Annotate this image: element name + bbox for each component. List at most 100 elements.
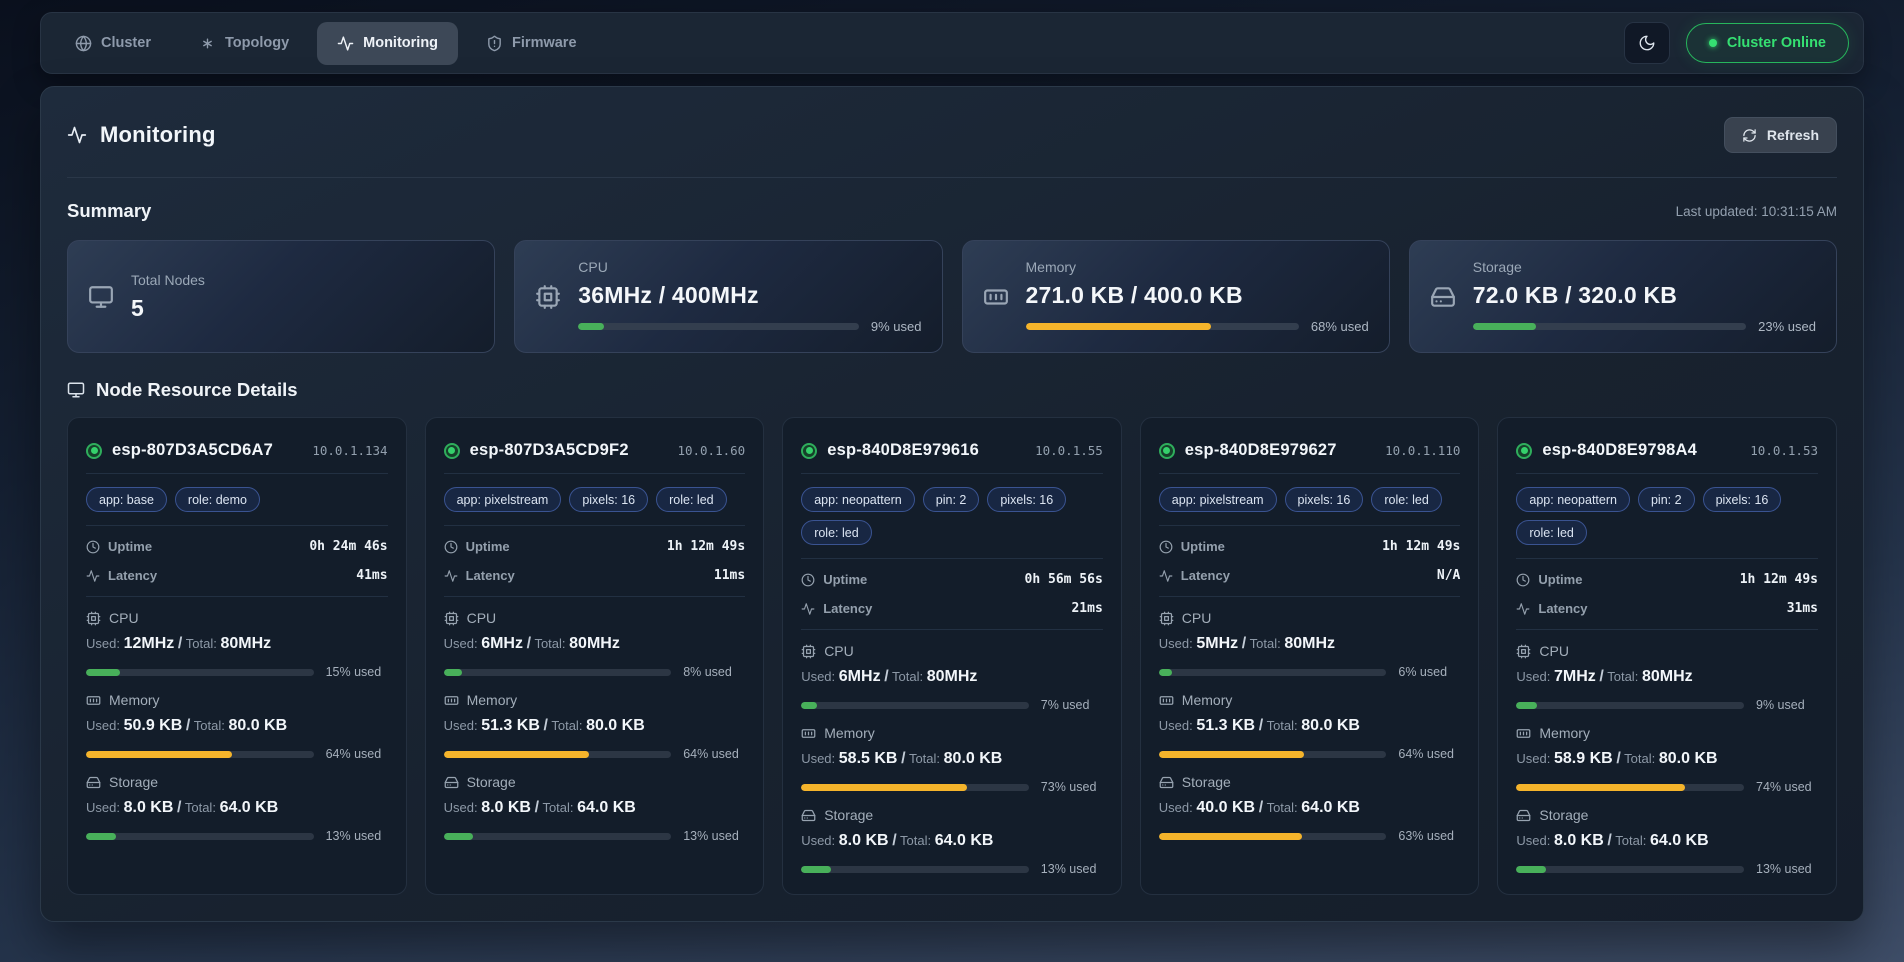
percent-used-label: 13% used (1041, 862, 1103, 876)
memory-icon (86, 693, 101, 708)
storage-section-header: Storage (1516, 807, 1818, 823)
memory-section-header: Memory (1516, 725, 1818, 741)
monitor-icon (67, 381, 85, 399)
storage-section-header: Storage (1159, 774, 1461, 790)
memory-progress: 73% used (801, 780, 1103, 794)
progress-bar-fill (86, 833, 116, 840)
node-ip: 10.0.1.60 (677, 443, 745, 458)
node-stats: Uptime 1h 12m 49s Latency N/A (1159, 526, 1461, 596)
node-card-header: esp-807D3A5CD6A7 10.0.1.134 (86, 432, 388, 473)
memory-icon (444, 693, 459, 708)
shield-alert-icon (486, 35, 503, 52)
clock-icon (1516, 573, 1530, 587)
tab-topology[interactable]: Topology (179, 22, 309, 65)
percent-used-label: 74% used (1756, 780, 1818, 794)
memory-section: Memory Used: 51.3 KB / Total: 80.0 KB 64… (1159, 679, 1461, 761)
uptime-label: Uptime (1159, 539, 1225, 554)
summary-header: Summary Last updated: 10:31:15 AM (67, 200, 1837, 222)
percent-used-label: 13% used (1756, 862, 1818, 876)
topology-icon (199, 35, 216, 52)
node-badge: pin: 2 (923, 487, 980, 512)
uptime-value: 0h 56m 56s (1025, 572, 1103, 587)
percent-used-label: 64% used (1398, 747, 1460, 761)
node-name: esp-807D3A5CD9F2 (470, 441, 629, 460)
storage-section-header: Storage (801, 807, 1103, 823)
latency-row: Latency 31ms (1516, 601, 1818, 616)
storage-progress: 13% used (444, 829, 746, 843)
progress-bar (801, 702, 1029, 709)
progress-bar (86, 833, 314, 840)
summary-card-label: Storage (1473, 259, 1816, 275)
uptime-value: 1h 12m 49s (1382, 539, 1460, 554)
summary-card-body: Total Nodes 5 (131, 272, 474, 322)
progress-bar (1159, 751, 1387, 758)
cluster-status-button[interactable]: Cluster Online (1686, 23, 1849, 63)
node-card: esp-840D8E9798A4 10.0.1.53 app: neopatte… (1497, 417, 1837, 895)
cpu-progress: 6% used (1159, 665, 1461, 679)
cpu-progress: 8% used (444, 665, 746, 679)
progress-bar (801, 784, 1029, 791)
storage-progress: 13% used (801, 862, 1103, 876)
badge-row: app: baserole: demo (86, 474, 388, 525)
percent-used-label: 64% used (683, 747, 745, 761)
node-stats: Uptime 1h 12m 49s Latency 11ms (444, 526, 746, 596)
clock-icon (801, 573, 815, 587)
tab-label: Monitoring (363, 35, 438, 51)
clock-icon (86, 540, 100, 554)
hard-drive-icon (444, 775, 459, 790)
percent-used-label: 68% used (1311, 319, 1369, 334)
progress-bar-fill (1026, 323, 1212, 330)
summary-card-value: 271.0 KB / 400.0 KB (1026, 282, 1369, 309)
tab-cluster[interactable]: Cluster (55, 22, 171, 65)
header-divider (67, 177, 1837, 178)
progress-bar (1516, 702, 1744, 709)
top-nav-bar: Cluster Topology Monitoring Firmware Clu… (40, 12, 1864, 74)
summary-card: Storage 72.0 KB / 320.0 KB 23% used (1409, 240, 1837, 353)
summary-card-body: CPU 36MHz / 400MHz 9% used (578, 259, 921, 334)
latency-row: Latency 11ms (444, 568, 746, 583)
theme-toggle-button[interactable] (1624, 22, 1670, 64)
cpu-section-header: CPU (444, 610, 746, 626)
cpu-section: CPU Used: 6MHz / Total: 80MHz 7% used (801, 630, 1103, 712)
progress-bar-fill (1159, 833, 1302, 840)
percent-used-label: 13% used (683, 829, 745, 843)
hard-drive-icon (1159, 775, 1174, 790)
node-badge: app: pixelstream (1159, 487, 1277, 512)
progress-bar (1516, 784, 1744, 791)
activity-icon (337, 35, 354, 52)
tab-monitoring[interactable]: Monitoring (317, 22, 458, 65)
refresh-button[interactable]: Refresh (1724, 117, 1837, 153)
progress-bar-fill (1516, 702, 1536, 709)
storage-section-header: Storage (86, 774, 388, 790)
uptime-label: Uptime (444, 539, 510, 554)
progress-bar-fill (801, 702, 817, 709)
progress-bar (801, 866, 1029, 873)
summary-card-icon (1430, 284, 1456, 310)
latency-label: Latency (444, 568, 515, 583)
tab-firmware[interactable]: Firmware (466, 22, 596, 65)
node-badge: pixels: 16 (987, 487, 1066, 512)
uptime-label: Uptime (86, 539, 152, 554)
node-online-dot-icon (801, 443, 817, 459)
percent-used-label: 9% used (871, 319, 922, 334)
moon-icon (1638, 34, 1656, 52)
node-card-header: esp-840D8E979616 10.0.1.55 (801, 432, 1103, 473)
cpu-icon (535, 284, 561, 310)
progress-bar-fill (1159, 751, 1305, 758)
uptime-row: Uptime 0h 24m 46s (86, 539, 388, 554)
page-title-text: Monitoring (100, 122, 216, 148)
cpu-section-header: CPU (801, 643, 1103, 659)
storage-progress: 63% used (1159, 829, 1461, 843)
activity-icon (801, 602, 815, 616)
latency-label: Latency (801, 601, 872, 616)
uptime-label: Uptime (1516, 572, 1582, 587)
uptime-row: Uptime 1h 12m 49s (1159, 539, 1461, 554)
cpu-section-header: CPU (1516, 643, 1818, 659)
node-badge: role: demo (175, 487, 260, 512)
latency-row: Latency N/A (1159, 568, 1461, 583)
node-badge: role: led (1371, 487, 1441, 512)
summary-card-label: Memory (1026, 259, 1369, 275)
hard-drive-icon (1516, 808, 1531, 823)
cpu-section: CPU Used: 7MHz / Total: 80MHz 9% used (1516, 630, 1818, 712)
progress-bar-fill (801, 866, 831, 873)
